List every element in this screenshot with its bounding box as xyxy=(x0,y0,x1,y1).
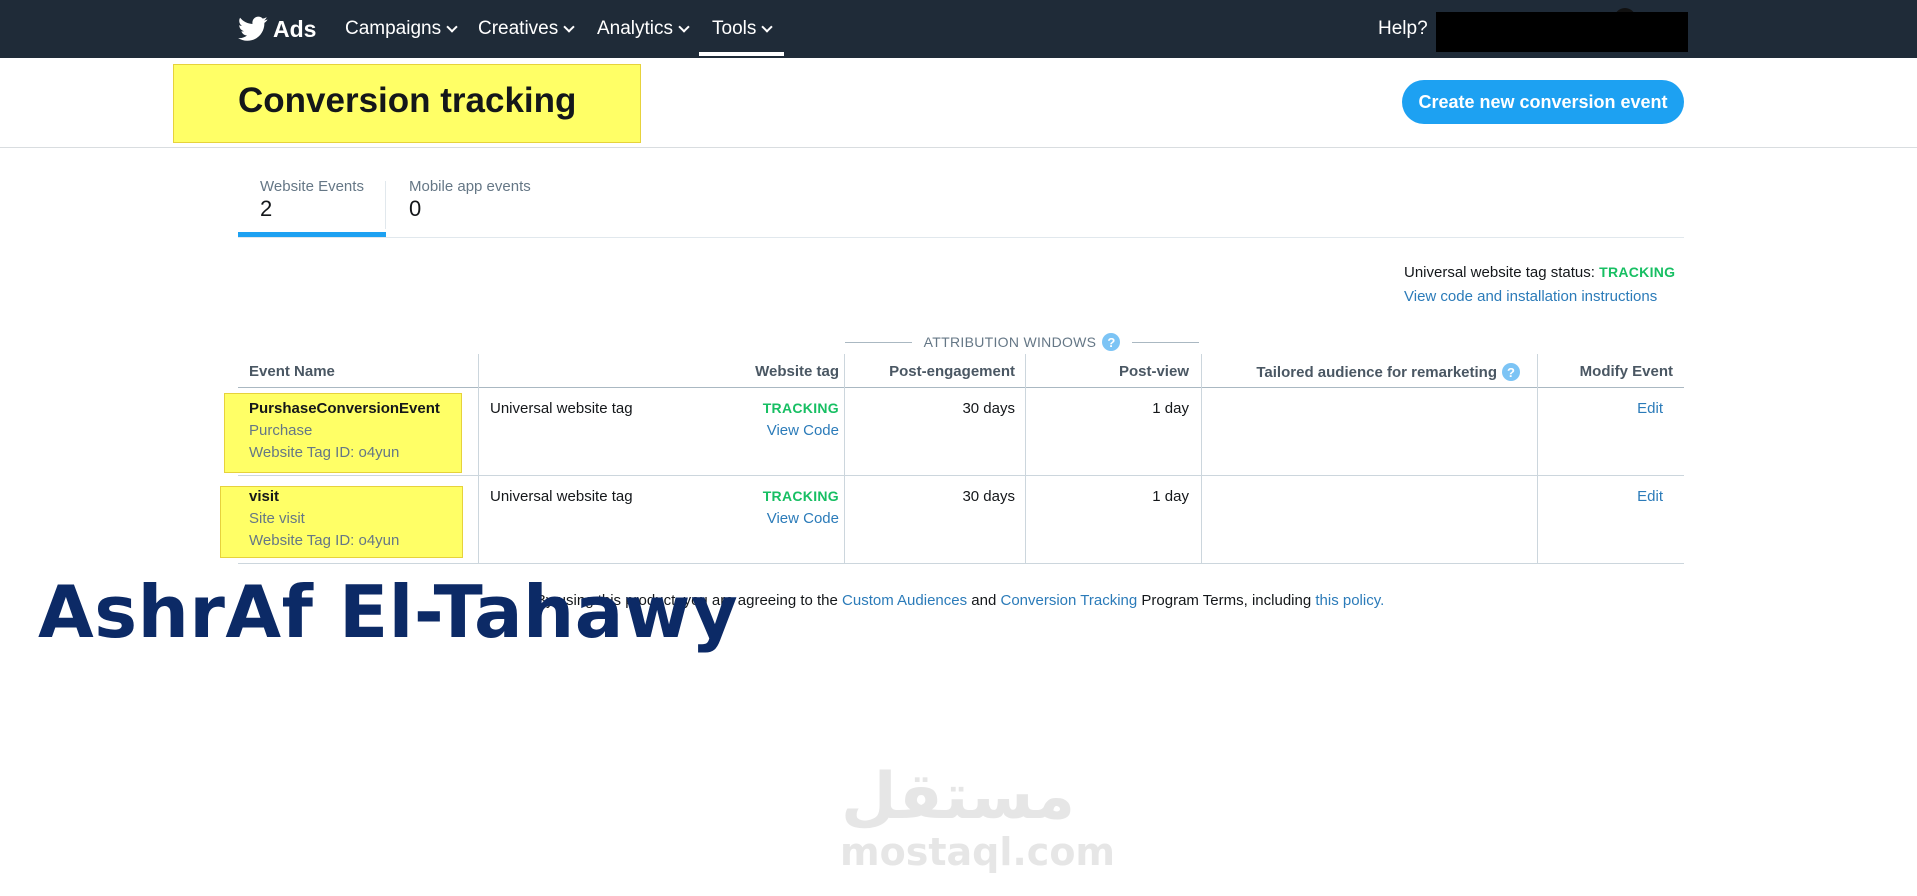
tag-status: Universal website tag status: TRACKING xyxy=(1404,264,1675,281)
header-tailored-audience-label: Tailored audience for remarketing xyxy=(1256,363,1497,381)
tab-mobile-app-events[interactable]: Mobile app events 0 xyxy=(409,178,531,222)
ads-home-link[interactable]: Ads xyxy=(238,13,316,45)
nav-campaigns-label: Campaigns xyxy=(345,18,442,39)
view-install-instructions-link[interactable]: View code and installation instructions xyxy=(1404,288,1657,305)
event-tag-id: Website Tag ID: o4yun xyxy=(249,444,400,461)
attribution-line-right xyxy=(1132,341,1199,343)
chevron-down-icon xyxy=(678,20,690,33)
chevron-down-icon xyxy=(761,20,774,33)
column-divider xyxy=(1025,354,1026,564)
post-engagement-value: 30 days xyxy=(962,488,1015,505)
post-view-value: 1 day xyxy=(1152,400,1189,417)
event-type: Site visit xyxy=(249,510,305,527)
event-type: Purchase xyxy=(249,422,313,439)
event-tag-id: Website Tag ID: o4yun xyxy=(249,532,400,549)
tab-website-events-label: Website Events xyxy=(260,178,364,195)
chevron-down-icon xyxy=(563,20,575,33)
policy-link[interactable]: this policy. xyxy=(1315,592,1384,609)
attribution-label: ATTRIBUTION WINDOWS xyxy=(923,334,1097,350)
twitter-bird-icon xyxy=(238,16,268,41)
events-table: Event Name Website tag Post-engagement P… xyxy=(220,354,1684,564)
active-tab-indicator xyxy=(238,232,386,237)
nav-tools[interactable]: Tools xyxy=(699,0,785,58)
attribution-line-left xyxy=(845,341,912,343)
column-divider xyxy=(844,354,845,564)
help-menu[interactable]: Help? xyxy=(1378,0,1428,58)
column-divider xyxy=(1201,354,1202,564)
brand-label: Ads xyxy=(273,15,317,42)
nav-creatives[interactable]: Creatives xyxy=(478,0,575,58)
terms-and: and xyxy=(971,592,997,609)
column-divider xyxy=(1537,354,1538,564)
author-overlay-text: AshrAf El-Tahawy xyxy=(38,570,739,654)
help-icon[interactable]: ? xyxy=(1102,333,1121,351)
tag-status-label: Universal website tag status: xyxy=(1404,264,1595,281)
watermark-latin: mostaql.com xyxy=(840,830,1116,874)
header-post-view: Post-view xyxy=(1118,363,1189,380)
post-view-value: 1 day xyxy=(1152,488,1189,505)
tab-website-events[interactable]: Website Events 2 xyxy=(260,178,364,222)
header-tailored-audience: Tailored audience for remarketing ? xyxy=(1256,363,1520,381)
view-code-link[interactable]: View Code xyxy=(767,510,839,527)
nav-analytics-label: Analytics xyxy=(597,18,674,39)
view-code-link[interactable]: View Code xyxy=(767,422,839,439)
attribution-windows-header: ATTRIBUTION WINDOWS ? xyxy=(845,330,1199,354)
edit-event-link[interactable]: Edit xyxy=(1637,488,1663,505)
terms-middle: Program Terms, including xyxy=(1141,592,1312,609)
tab-mobile-app-events-label: Mobile app events xyxy=(409,178,531,195)
custom-audiences-link[interactable]: Custom Audiences xyxy=(842,592,967,609)
mostaql-watermark: مستقل mostaql.com xyxy=(840,760,1116,874)
create-conversion-event-button[interactable]: Create new conversion event xyxy=(1402,80,1684,124)
edit-event-link[interactable]: Edit xyxy=(1637,400,1663,417)
table-header-row: Event Name Website tag Post-engagement P… xyxy=(238,354,1684,388)
tag-status-value: TRACKING xyxy=(1599,264,1676,280)
tab-mobile-app-events-count: 0 xyxy=(409,196,422,221)
chevron-down-icon xyxy=(446,20,458,33)
active-nav-indicator xyxy=(699,52,785,56)
tabs-divider xyxy=(238,237,1684,238)
help-icon[interactable]: ? xyxy=(1502,363,1520,381)
website-tag-name: Universal website tag xyxy=(490,400,633,417)
header-event-name: Event Name xyxy=(249,363,335,380)
nav-analytics[interactable]: Analytics xyxy=(597,0,690,58)
watermark-arabic: مستقل xyxy=(840,760,1076,834)
conversion-tracking-link[interactable]: Conversion Tracking xyxy=(1000,592,1137,609)
help-label: Help? xyxy=(1378,18,1428,39)
website-tag-name: Universal website tag xyxy=(490,488,633,505)
nav-campaigns[interactable]: Campaigns xyxy=(345,0,458,58)
event-name: visit xyxy=(249,488,280,505)
table-row: PurshaseConversionEvent Purchase Website… xyxy=(224,388,1684,476)
tab-website-events-count: 2 xyxy=(260,196,273,221)
page-title: Conversion tracking xyxy=(238,81,577,120)
header-website-tag: Website tag xyxy=(755,363,839,380)
tag-tracking-status: TRACKING xyxy=(762,488,839,504)
nav-tools-label: Tools xyxy=(712,18,757,39)
post-engagement-value: 30 days xyxy=(962,400,1015,417)
nav-creatives-label: Creatives xyxy=(478,18,559,39)
event-name: PurshaseConversionEvent xyxy=(249,400,440,417)
tag-tracking-status: TRACKING xyxy=(762,400,839,416)
table-row: visit Site visit Website Tag ID: o4yun U… xyxy=(220,476,1684,564)
redacted-account-area xyxy=(1436,12,1688,52)
header-post-engagement: Post-engagement xyxy=(889,363,1015,380)
column-divider xyxy=(478,354,479,564)
tab-separator xyxy=(385,181,386,229)
header-modify-event: Modify Event xyxy=(1579,363,1673,380)
